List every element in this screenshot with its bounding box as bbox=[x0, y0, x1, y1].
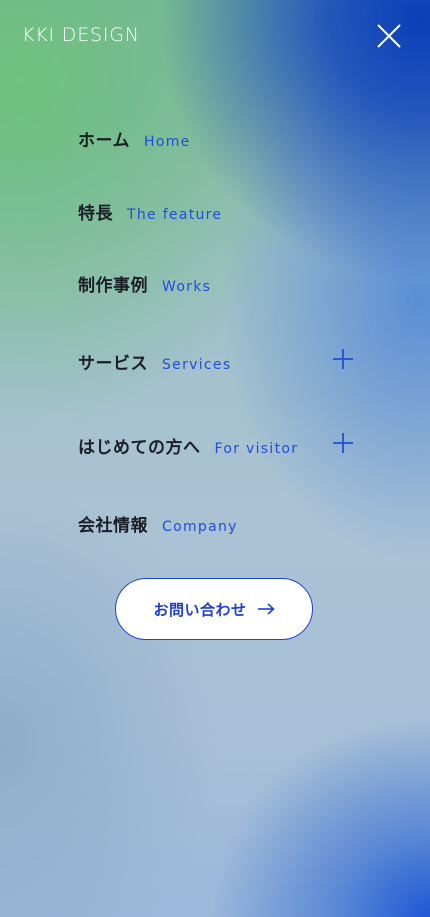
menu-item-en-label: For visitor bbox=[214, 441, 299, 457]
menu-item-jp-label: ホーム bbox=[78, 131, 130, 151]
menu-item-en-label: Works bbox=[162, 279, 212, 295]
close-icon[interactable] bbox=[375, 22, 403, 50]
menu-item-feature[interactable]: 特長 The feature bbox=[78, 199, 222, 224]
menu-item-jp-label: 特長 bbox=[78, 204, 113, 224]
menu-item-company[interactable]: 会社情報 Company bbox=[78, 511, 238, 536]
site-logo[interactable]: KKI DESIGN bbox=[22, 24, 140, 46]
contact-button-label: お問い合わせ bbox=[153, 600, 247, 619]
menu-item-jp-label: サービス bbox=[78, 354, 148, 374]
menu-item-en-label: The feature bbox=[127, 207, 223, 223]
menu-item-en-label: Home bbox=[144, 134, 191, 150]
menu-item-en-label: Company bbox=[162, 519, 238, 535]
menu-item-jp-label: 会社情報 bbox=[78, 516, 148, 536]
services-expand-plus-icon[interactable] bbox=[332, 348, 354, 370]
menu-item-en-label: Services bbox=[162, 357, 232, 373]
arrow-right-icon bbox=[257, 603, 275, 615]
for-visitor-expand-plus-icon[interactable] bbox=[332, 432, 354, 454]
menu-item-works[interactable]: 制作事例 Works bbox=[78, 271, 211, 296]
menu-item-jp-label: はじめての方へ bbox=[78, 438, 201, 458]
menu-item-home[interactable]: ホーム Home bbox=[78, 126, 191, 151]
menu-item-for-visitor[interactable]: はじめての方へ For visitor bbox=[78, 433, 298, 458]
menu-item-services[interactable]: サービス Services bbox=[78, 349, 231, 374]
contact-button[interactable]: お問い合わせ bbox=[115, 578, 313, 640]
menu-item-jp-label: 制作事例 bbox=[78, 276, 148, 296]
